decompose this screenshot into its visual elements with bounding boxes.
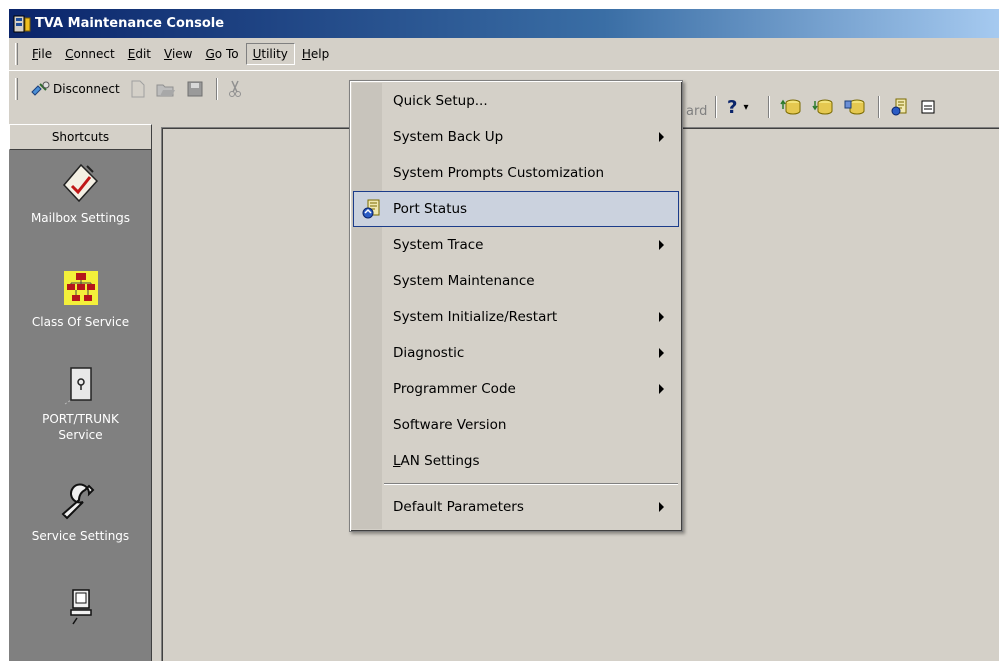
shortcut-label: Service Settings xyxy=(31,529,130,543)
submenu-arrow-icon xyxy=(659,384,664,394)
title-bar[interactable]: TVA Maintenance Console xyxy=(9,9,999,38)
shortcut-mailbox-settings[interactable]: Mailbox Settings xyxy=(9,162,152,227)
port-status-icon xyxy=(891,98,907,116)
save-icon xyxy=(187,81,203,96)
submenu-arrow-icon xyxy=(659,240,664,250)
shortcut-class-of-service[interactable]: Class Of Service xyxy=(9,266,152,331)
toolbar-separator xyxy=(215,77,218,100)
db-upload-button[interactable] xyxy=(776,94,806,120)
toolbar-separator xyxy=(878,96,881,118)
port-status-button[interactable] xyxy=(886,94,914,120)
service-settings-icon xyxy=(59,480,103,524)
toolbar-right: ? ▾ xyxy=(709,94,942,120)
shortcut-service-settings[interactable]: Service Settings xyxy=(9,480,152,545)
shortcut-computer[interactable] xyxy=(9,584,152,628)
menu-item-programmer-code[interactable]: Programmer Code xyxy=(350,371,682,407)
db-download-icon xyxy=(812,99,833,115)
menu-help[interactable]: Help xyxy=(296,44,335,64)
open-button[interactable] xyxy=(152,76,180,102)
shortcuts-header-label: Shortcuts xyxy=(51,130,110,144)
shortcut-label: Mailbox Settings xyxy=(30,211,131,225)
new-icon xyxy=(131,80,145,97)
port-trunk-icon xyxy=(59,364,103,408)
shortcut-label: Class Of Service xyxy=(31,315,130,329)
new-button[interactable] xyxy=(126,76,150,102)
open-icon xyxy=(156,84,175,96)
shortcuts-header[interactable]: Shortcuts xyxy=(9,124,152,150)
menu-item-system-maintenance[interactable]: System Maintenance xyxy=(350,263,682,299)
window-title: TVA Maintenance Console xyxy=(35,16,225,31)
menu-item-system-trace[interactable]: System Trace xyxy=(350,227,682,263)
app-icon xyxy=(13,15,31,33)
menu-item-lan-settings[interactable]: L AN Settings xyxy=(350,443,682,479)
menu-file[interactable]: File xyxy=(26,44,58,64)
toolbar-separator xyxy=(715,96,717,118)
db-upload-icon xyxy=(780,99,801,115)
db-button[interactable] xyxy=(840,94,870,120)
toolbar-separator xyxy=(768,96,771,118)
port-status-icon xyxy=(360,199,382,223)
menu-item-system-prompts-customization[interactable]: System Prompts Customization xyxy=(350,155,682,191)
menu-item-system-initialize-restart[interactable]: System Initialize/Restart xyxy=(350,299,682,335)
computer-icon xyxy=(59,584,103,628)
help-button[interactable]: ? ▾ xyxy=(723,94,752,120)
class-of-service-icon xyxy=(59,266,103,310)
menu-item-port-status[interactable]: Port Status xyxy=(353,191,679,227)
submenu-arrow-icon xyxy=(659,312,664,322)
toolbar-partial-label: ard xyxy=(686,104,708,119)
menu-connect[interactable]: Connect xyxy=(59,44,121,64)
utility-menu-dropdown: Quick Setup... System Back Up System Pro… xyxy=(349,80,683,532)
disconnect-icon xyxy=(31,81,50,96)
disconnect-button[interactable]: Disconnect xyxy=(26,76,124,102)
submenu-arrow-icon xyxy=(659,348,664,358)
cut-icon xyxy=(228,80,241,97)
cut-button[interactable] xyxy=(224,76,246,102)
menu-item-system-back-up[interactable]: System Back Up xyxy=(350,119,682,155)
help-icon: ? xyxy=(727,96,738,118)
menu-item-diagnostic[interactable]: Diagnostic xyxy=(350,335,682,371)
menu-item-software-version[interactable]: Software Version xyxy=(350,407,682,443)
menu-item-quick-setup[interactable]: Quick Setup... xyxy=(350,83,682,119)
save-button[interactable] xyxy=(182,76,208,102)
toolbar-grip[interactable] xyxy=(15,77,18,100)
menu-bar: File Connect Edit View Go To Utility Hel… xyxy=(9,38,999,70)
db-download-button[interactable] xyxy=(808,94,838,120)
menu-utility[interactable]: Utility xyxy=(245,43,295,65)
menu-item-default-parameters[interactable]: Default Parameters xyxy=(350,489,682,525)
menu-edit[interactable]: Edit xyxy=(122,44,157,64)
window-icon xyxy=(921,100,935,114)
submenu-arrow-icon xyxy=(659,502,664,512)
menu-goto[interactable]: Go To xyxy=(199,44,244,64)
menu-grip[interactable] xyxy=(15,43,18,65)
submenu-arrow-icon xyxy=(659,132,664,142)
shortcut-label: PORT/TRUNK xyxy=(42,412,119,426)
main-window: TVA Maintenance Console File Connect Edi… xyxy=(8,8,999,661)
menu-view[interactable]: View xyxy=(158,44,198,64)
window-button[interactable] xyxy=(916,94,940,120)
shortcuts-panel: Shortcuts Mailbox Settings Class Of Serv… xyxy=(9,124,152,661)
menu-separator xyxy=(384,483,678,485)
mailbox-settings-icon xyxy=(59,162,103,206)
shortcut-label: Service xyxy=(58,428,103,442)
disconnect-label: Disconnect xyxy=(53,81,120,96)
db-icon xyxy=(844,99,865,115)
shortcut-port-trunk-service[interactable]: PORT/TRUNK Service xyxy=(9,364,152,443)
